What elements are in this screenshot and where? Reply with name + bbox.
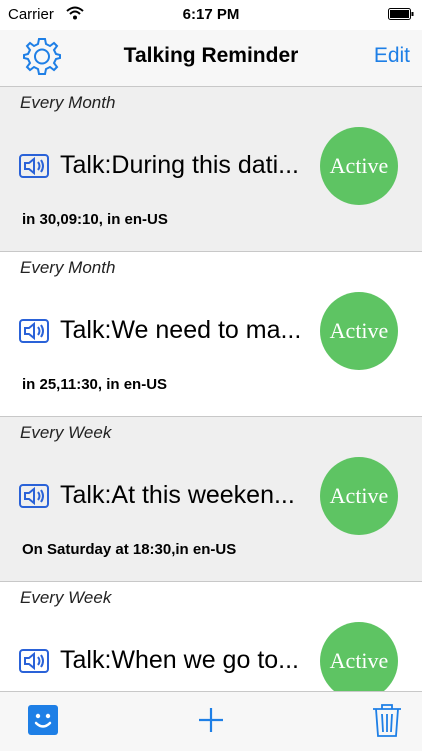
talk-text: Talk:During this dati... xyxy=(60,151,299,179)
trash-icon[interactable] xyxy=(372,702,402,738)
bottom-toolbar xyxy=(0,691,422,751)
schedule-detail: On Saturday at 18:30,in en-US xyxy=(22,541,237,558)
speaker-icon xyxy=(19,154,49,178)
speaker-icon xyxy=(19,319,49,343)
frequency-label: Every Month xyxy=(20,258,116,277)
status-time: 6:17 PM xyxy=(182,6,240,23)
reminder-row[interactable]: Every Month Talk:We need to ma... in 25,… xyxy=(0,252,422,417)
active-status-badge[interactable]: Active xyxy=(320,622,398,691)
smiley-icon[interactable] xyxy=(27,704,59,736)
reminder-row[interactable]: Every Week Talk:At this weeken... On Sat… xyxy=(0,417,422,582)
plus-icon[interactable] xyxy=(197,704,225,736)
talk-text: Talk:At this weeken... xyxy=(60,481,295,509)
schedule-detail: in 25,11:30, in en-US xyxy=(22,376,168,393)
status-bar: Carrier 6:17 PM xyxy=(0,0,422,30)
talk-text: Talk:We need to ma... xyxy=(60,316,302,344)
talk-text: Talk:When we go to... xyxy=(60,646,300,674)
speaker-icon xyxy=(19,649,49,673)
schedule-detail: in 30,09:10, in en-US xyxy=(22,211,168,228)
frequency-label: Every Week xyxy=(20,423,112,442)
speaker-icon xyxy=(19,484,49,508)
active-status-badge[interactable]: Active xyxy=(320,127,398,205)
page-title: Talking Reminder xyxy=(123,44,299,67)
battery-icon xyxy=(388,8,414,20)
reminder-row[interactable]: Every Week Talk:When we go to... Active xyxy=(0,582,422,691)
frequency-label: Every Month xyxy=(20,93,116,112)
active-status-badge[interactable]: Active xyxy=(320,292,398,370)
frequency-label: Every Week xyxy=(20,588,112,607)
active-status-badge[interactable]: Active xyxy=(320,457,398,535)
edit-button[interactable]: Edit xyxy=(374,44,410,68)
reminder-list[interactable]: Every Month Talk:During this dati... in … xyxy=(0,87,422,691)
reminder-row[interactable]: Every Month Talk:During this dati... in … xyxy=(0,87,422,252)
navigation-bar: Talking Reminder Edit xyxy=(0,30,422,87)
